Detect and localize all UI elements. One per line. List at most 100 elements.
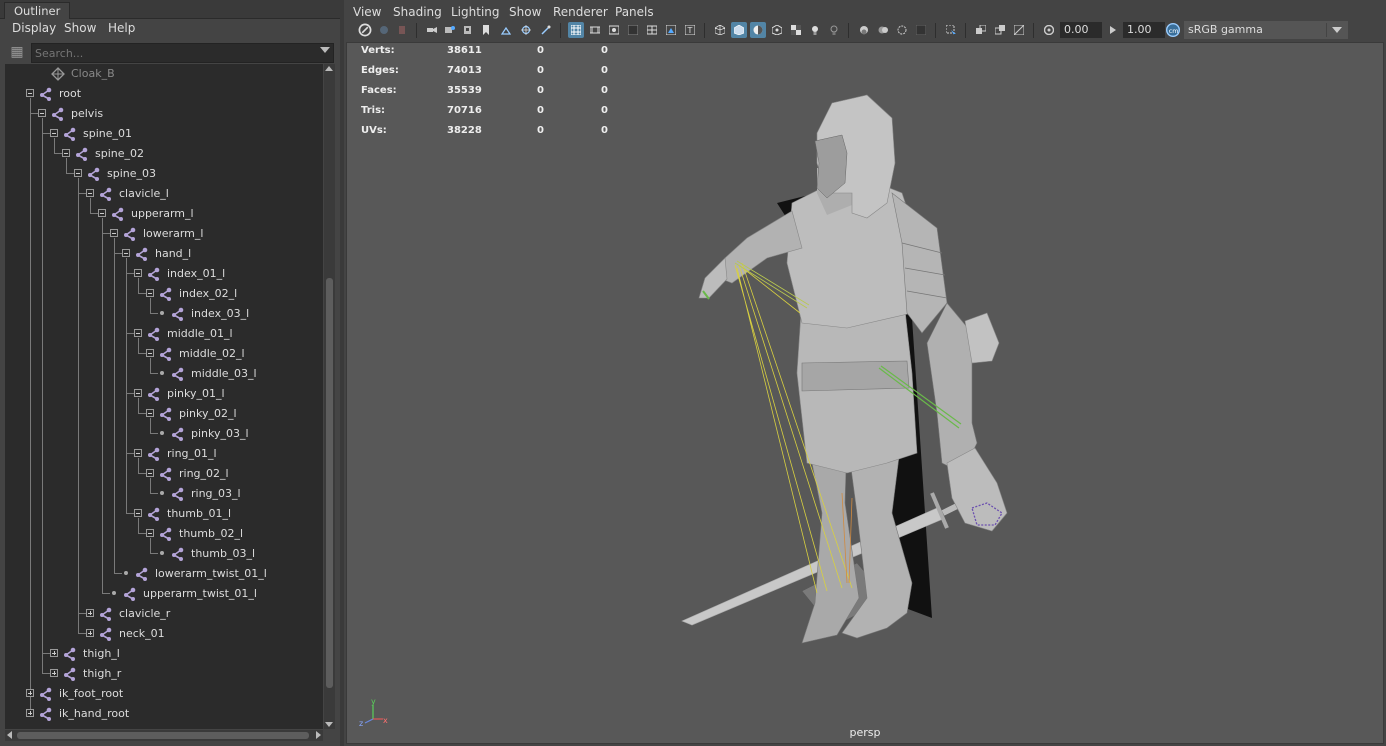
field-chart-icon[interactable]: [644, 22, 660, 38]
xray-active-icon[interactable]: [992, 22, 1008, 38]
collapse-icon[interactable]: [38, 109, 46, 117]
menu-shading[interactable]: Shading: [393, 5, 442, 19]
tree-row[interactable]: index_03_l: [5, 304, 323, 324]
scroll-left-arrow-icon[interactable]: [7, 731, 12, 739]
safe-title-icon[interactable]: T: [682, 22, 698, 38]
collapse-icon[interactable]: [134, 329, 142, 337]
scroll-up-arrow-icon[interactable]: [325, 66, 333, 71]
exposure-icon[interactable]: [1041, 22, 1057, 38]
search-dropdown-icon[interactable]: [320, 47, 330, 53]
outliner-horizontal-scrollbar[interactable]: [5, 730, 323, 741]
collapse-icon[interactable]: [26, 89, 34, 97]
collapse-icon[interactable]: [146, 349, 154, 357]
tree-row[interactable]: thigh_r: [5, 664, 323, 684]
collapse-icon[interactable]: [146, 469, 154, 477]
tree-row[interactable]: lowerarm_l: [5, 224, 323, 244]
tree-row[interactable]: upperarm_l: [5, 204, 323, 224]
tree-row[interactable]: thumb_01_l: [5, 504, 323, 524]
expand-icon[interactable]: [50, 649, 58, 657]
collapse-icon[interactable]: [134, 389, 142, 397]
motion-blur-icon[interactable]: [875, 22, 891, 38]
shadows-icon[interactable]: [826, 22, 842, 38]
tree-row[interactable]: spine_01: [5, 124, 323, 144]
smooth-shade-icon[interactable]: [731, 22, 747, 38]
tree-row[interactable]: thumb_02_l: [5, 524, 323, 544]
character-model[interactable]: [347, 43, 1383, 743]
lighting-icon[interactable]: [807, 22, 823, 38]
camera-rotate-icon[interactable]: [518, 22, 534, 38]
tree-row[interactable]: middle_02_l: [5, 344, 323, 364]
tree-row[interactable]: thigh_l: [5, 644, 323, 664]
menu-show[interactable]: Show: [64, 21, 96, 35]
menu-show[interactable]: Show: [509, 5, 541, 19]
camera-dolly-icon[interactable]: [538, 22, 554, 38]
expand-icon[interactable]: [86, 609, 94, 617]
wireframe-icon[interactable]: [712, 22, 728, 38]
menu-renderer[interactable]: Renderer: [553, 5, 608, 19]
bookmark-flag-icon[interactable]: [478, 22, 494, 38]
menu-panels[interactable]: Panels: [615, 5, 654, 19]
menu-view[interactable]: View: [353, 5, 381, 19]
tree-row[interactable]: root: [5, 84, 323, 104]
isolate-select-icon[interactable]: [943, 22, 959, 38]
bookmarks-icon[interactable]: [394, 22, 410, 38]
ambient-occlusion-icon[interactable]: [856, 22, 872, 38]
tree-row[interactable]: Cloak_B: [5, 64, 323, 84]
wireframe-on-shaded-icon[interactable]: [750, 22, 766, 38]
vertical-scroll-thumb[interactable]: [326, 278, 333, 688]
outliner-vertical-scrollbar[interactable]: [324, 64, 335, 729]
tree-row[interactable]: lowerarm_twist_01_l: [5, 564, 323, 584]
search-input[interactable]: [32, 44, 315, 62]
gamma-icon[interactable]: [1105, 22, 1121, 38]
tree-row[interactable]: pinky_01_l: [5, 384, 323, 404]
menu-lighting[interactable]: Lighting: [451, 5, 500, 19]
collapse-icon[interactable]: [62, 149, 70, 157]
horizontal-scroll-thumb[interactable]: [17, 732, 309, 739]
tree-row[interactable]: pinky_03_l: [5, 424, 323, 444]
tree-row[interactable]: middle_03_l: [5, 364, 323, 384]
3d-viewport[interactable]: Verts: 38611 0 0 Edges: 74013 0 0 Faces: 35539 0 0 T…: [346, 42, 1384, 744]
camera-attributes-icon[interactable]: [376, 22, 392, 38]
color-management-icon[interactable]: cm: [1165, 22, 1181, 38]
tree-row[interactable]: index_02_l: [5, 284, 323, 304]
collapse-icon[interactable]: [86, 189, 94, 197]
tree-row[interactable]: ring_02_l: [5, 464, 323, 484]
expand-icon[interactable]: [86, 629, 94, 637]
image-plane-icon[interactable]: [424, 22, 440, 38]
collapse-icon[interactable]: [134, 269, 142, 277]
color-space-dropdown[interactable]: sRGB gamma: [1184, 21, 1348, 39]
gate-mask-icon[interactable]: [625, 22, 641, 38]
tree-row[interactable]: middle_01_l: [5, 324, 323, 344]
backface-culling-icon[interactable]: [1011, 22, 1027, 38]
2d-pan-zoom-icon[interactable]: [442, 22, 458, 38]
grease-pencil-icon[interactable]: [460, 22, 476, 38]
select-camera-icon[interactable]: [357, 22, 373, 38]
expand-icon[interactable]: [50, 669, 58, 677]
tree-row[interactable]: clavicle_r: [5, 604, 323, 624]
tree-row[interactable]: spine_02: [5, 144, 323, 164]
tree-row[interactable]: pelvis: [5, 104, 323, 124]
collapse-icon[interactable]: [74, 169, 82, 177]
anti-aliasing-icon[interactable]: [894, 22, 910, 38]
depth-of-field-icon[interactable]: [913, 22, 929, 38]
collapse-icon[interactable]: [134, 449, 142, 457]
grid-toggle-icon[interactable]: [568, 22, 584, 38]
tree-row[interactable]: hand_l: [5, 244, 323, 264]
expand-icon[interactable]: [26, 689, 34, 697]
outliner-tab[interactable]: Outliner: [4, 2, 71, 19]
filter-icon[interactable]: ▦: [9, 44, 25, 60]
collapse-icon[interactable]: [98, 209, 106, 217]
resolution-gate-icon[interactable]: [606, 22, 622, 38]
xray-icon[interactable]: [769, 22, 785, 38]
camera-move-icon[interactable]: [498, 22, 514, 38]
safe-action-icon[interactable]: [663, 22, 679, 38]
scroll-right-arrow-icon[interactable]: [316, 731, 321, 739]
film-gate-icon[interactable]: [587, 22, 603, 38]
tree-row[interactable]: spine_03: [5, 164, 323, 184]
collapse-icon[interactable]: [110, 229, 118, 237]
tree-row[interactable]: ring_03_l: [5, 484, 323, 504]
collapse-icon[interactable]: [146, 409, 154, 417]
collapse-icon[interactable]: [146, 529, 154, 537]
tree-row[interactable]: index_01_l: [5, 264, 323, 284]
collapse-icon[interactable]: [146, 289, 154, 297]
